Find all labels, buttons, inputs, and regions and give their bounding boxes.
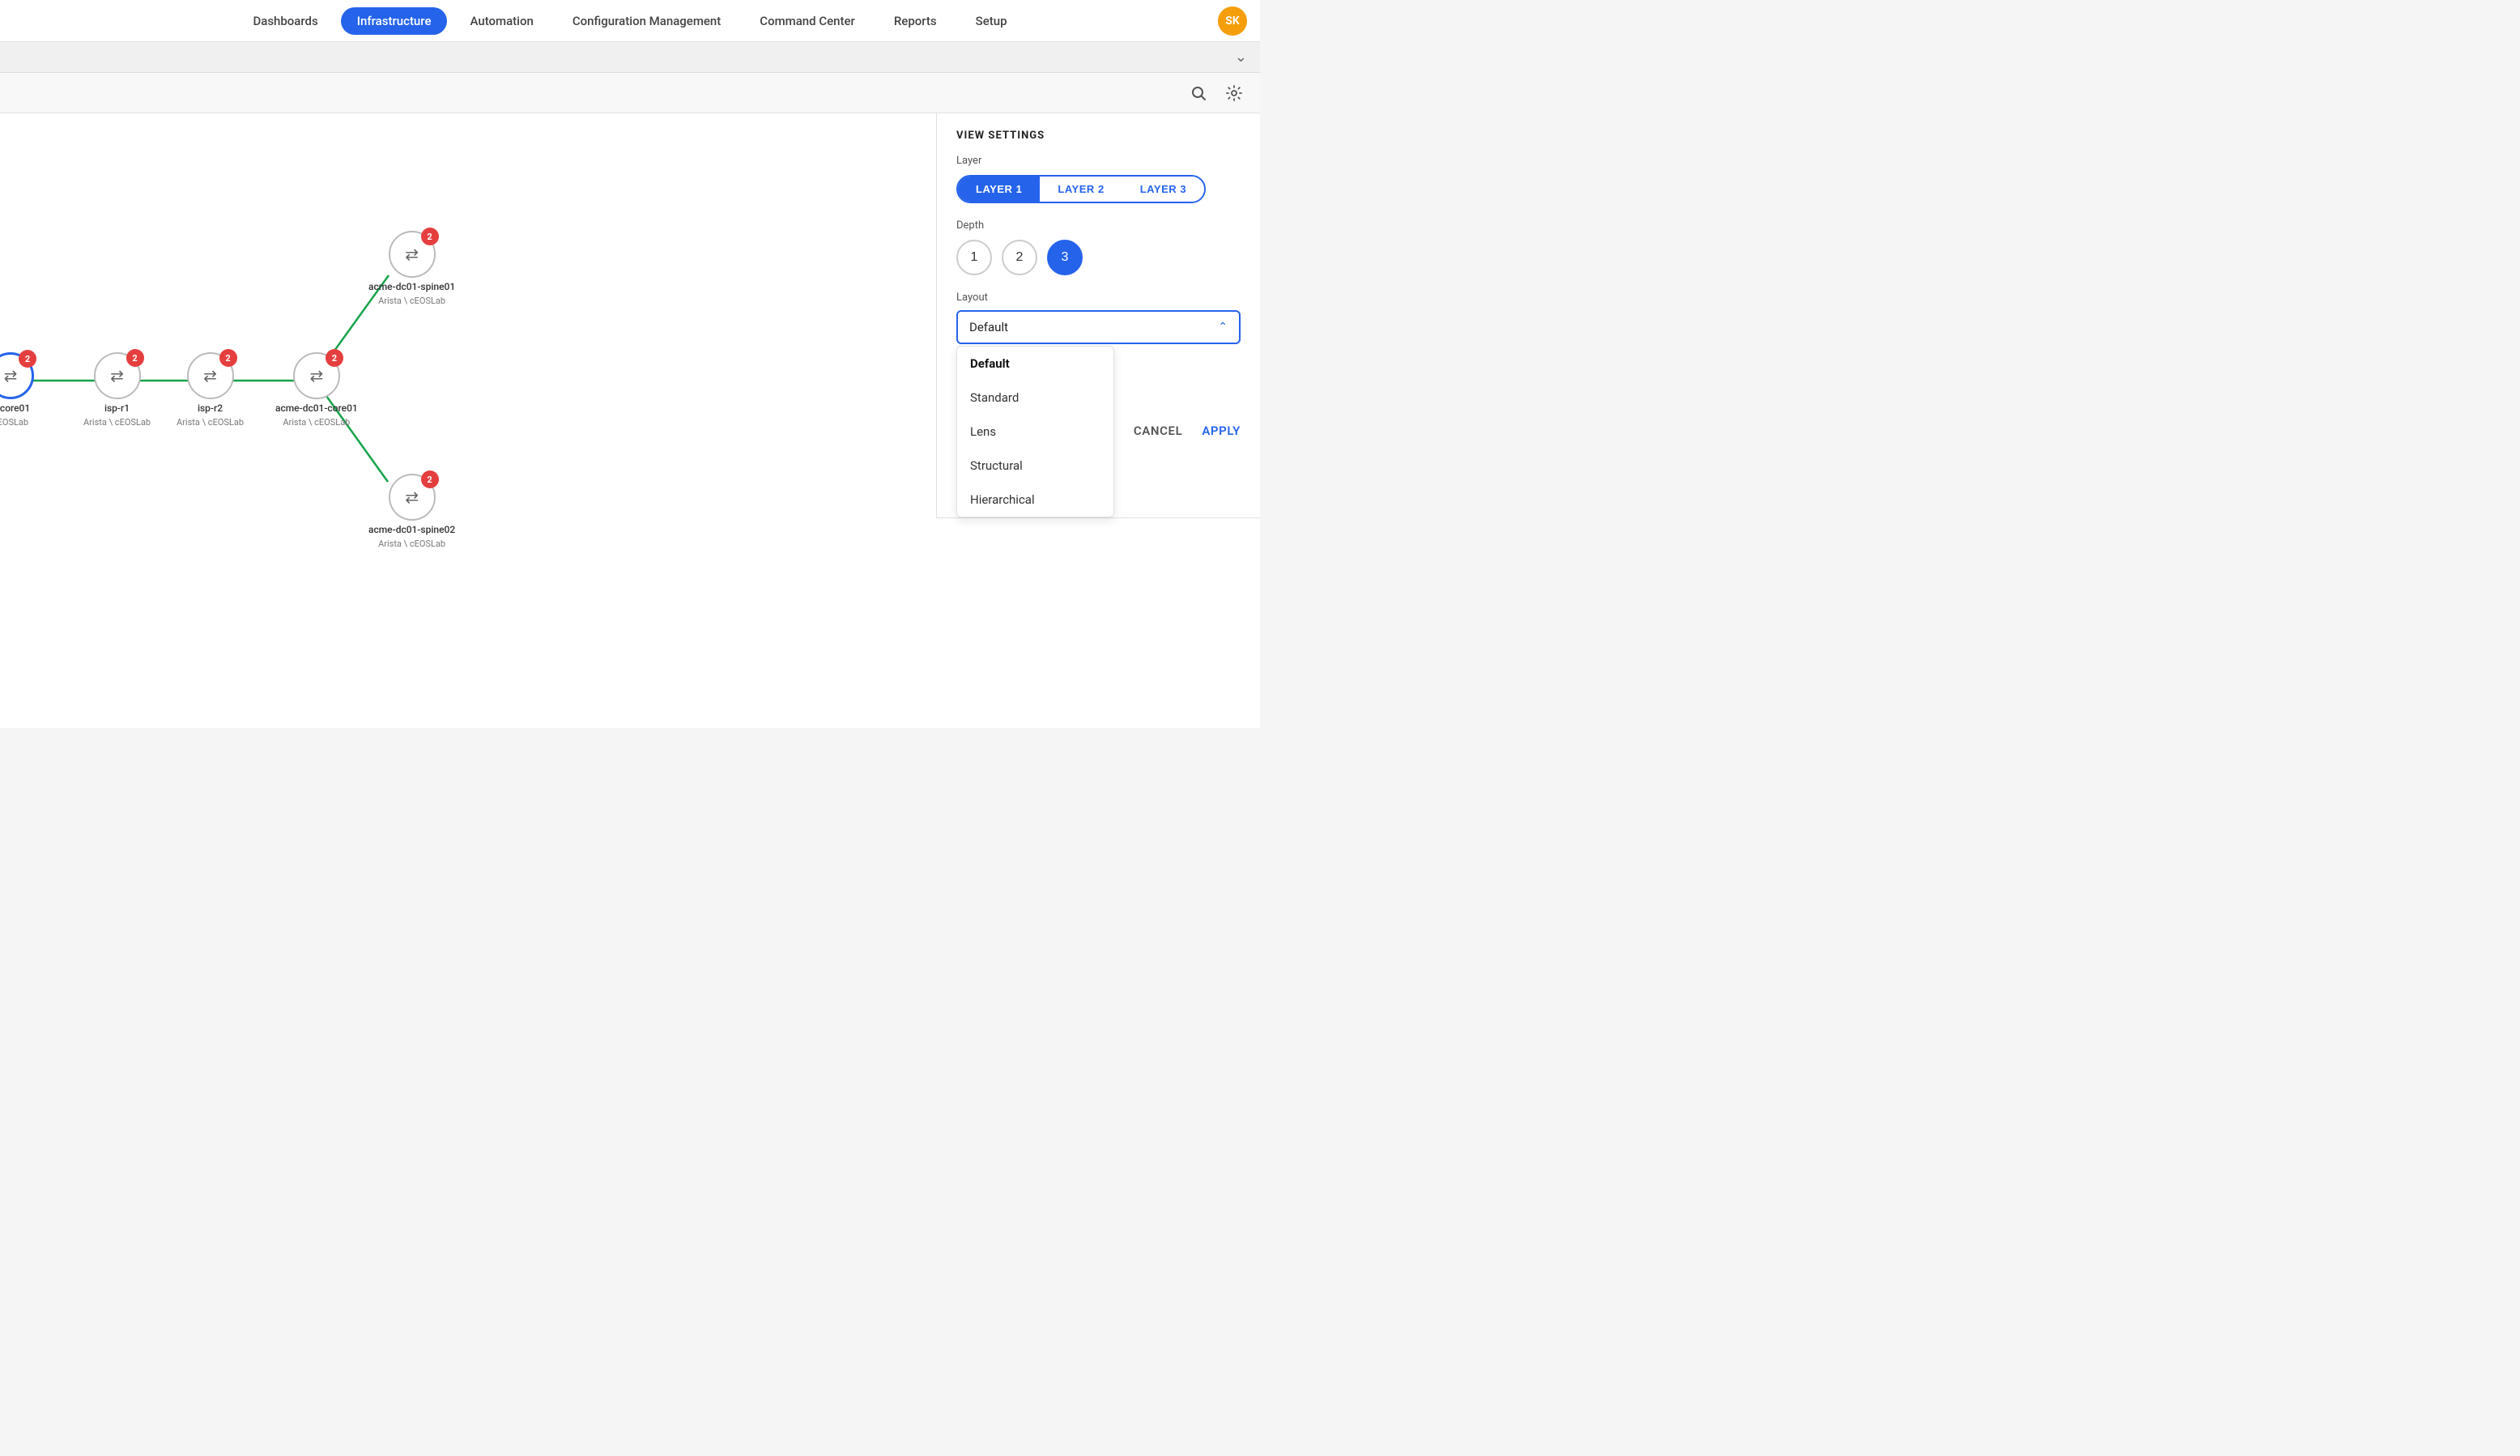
- node-circle-acme-dc01-spine02[interactable]: ⇄ 2: [389, 474, 436, 521]
- transfer-icon-core01: ⇄: [309, 366, 323, 385]
- depth-label: Depth: [956, 219, 1241, 232]
- nav-item-setup[interactable]: Setup: [960, 7, 1024, 35]
- toolbar: [0, 73, 1260, 113]
- subheader: ⌄: [0, 42, 1260, 73]
- transfer-icon: ⇄: [4, 366, 18, 385]
- nav-item-dashboards[interactable]: Dashboards: [236, 7, 334, 35]
- layout-option-standard[interactable]: Standard: [957, 381, 1113, 415]
- node-it-core01[interactable]: ⇄ 2 it-core01 cEOSLab: [0, 352, 34, 428]
- transfer-icon-spine02: ⇄: [405, 487, 419, 507]
- node-circle-isp-r1[interactable]: ⇄ 2: [94, 352, 141, 399]
- layer-label: Layer: [956, 155, 1241, 167]
- node-sublabel-isp-r2: Arista \ cEOSLab: [177, 417, 244, 428]
- panel-actions: CANCEL APPLY: [1114, 344, 1241, 517]
- panel-title: VIEW SETTINGS: [956, 130, 1241, 142]
- apply-button[interactable]: APPLY: [1202, 424, 1241, 438]
- depth-buttons: 1 2 3: [956, 240, 1241, 275]
- node-badge-isp-r1: 2: [126, 349, 144, 367]
- nav-item-automation[interactable]: Automation: [453, 7, 549, 35]
- nav-item-command-center[interactable]: Command Center: [743, 7, 871, 35]
- nav-item-reports[interactable]: Reports: [878, 7, 953, 35]
- depth-1-button[interactable]: 1: [956, 240, 992, 275]
- node-acme-dc01-spine01[interactable]: ⇄ 2 acme-dc01-spine01 Arista \ cEOSLab: [368, 231, 455, 306]
- depth-2-button[interactable]: 2: [1002, 240, 1037, 275]
- node-circle-isp-r2[interactable]: ⇄ 2: [187, 352, 234, 399]
- node-circle-acme-dc01-core01[interactable]: ⇄ 2: [293, 352, 340, 399]
- node-label-it-core01: it-core01: [0, 402, 30, 414]
- node-label-acme-dc01-spine01: acme-dc01-spine01: [368, 281, 455, 292]
- layout-option-structural[interactable]: Structural: [957, 449, 1113, 483]
- node-circle-acme-dc01-spine01[interactable]: ⇄ 2: [389, 231, 436, 278]
- node-sublabel-it-core01: cEOSLab: [0, 417, 28, 428]
- panel-bottom: Default Standard Lens Structural Hierarc…: [956, 344, 1241, 517]
- node-label-isp-r2: isp-r2: [198, 402, 223, 414]
- layout-option-hierarchical[interactable]: Hierarchical: [957, 483, 1113, 517]
- node-badge-acme-dc01-spine01: 2: [421, 228, 439, 245]
- nav-items: Dashboards Infrastructure Automation Con…: [236, 7, 1023, 35]
- search-icon[interactable]: [1186, 80, 1211, 106]
- transfer-icon-isp-r2: ⇄: [203, 366, 217, 385]
- node-label-acme-dc01-spine02: acme-dc01-spine02: [368, 524, 455, 535]
- node-isp-r2[interactable]: ⇄ 2 isp-r2 Arista \ cEOSLab: [177, 352, 244, 428]
- layout-dropdown-container: Default Standard Lens Structural Hierarc…: [956, 344, 1114, 517]
- collapse-chevron-icon[interactable]: ⌄: [1235, 49, 1247, 66]
- nav-item-infrastructure[interactable]: Infrastructure: [341, 7, 448, 35]
- layout-dropdown: Default Standard Lens Structural Hierarc…: [956, 346, 1114, 517]
- layout-selected-value: Default: [969, 320, 1008, 334]
- layer-toggle: LAYER 1 LAYER 2 LAYER 3: [956, 175, 1206, 203]
- node-circle-it-core01[interactable]: ⇄ 2: [0, 352, 34, 399]
- layer-3-button[interactable]: LAYER 3: [1122, 177, 1204, 202]
- layout-select-button[interactable]: Default ⌃: [956, 310, 1241, 344]
- node-label-acme-dc01-core01: acme-dc01-core01: [275, 402, 358, 414]
- transfer-icon-isp-r1: ⇄: [110, 366, 124, 385]
- main-content-area: ⇄ 2 it-core01 cEOSLab ⇄ 2 isp-r1 Arista …: [0, 113, 1260, 728]
- node-acme-dc01-core01[interactable]: ⇄ 2 acme-dc01-core01 Arista \ cEOSLab: [275, 352, 358, 428]
- layout-chevron-icon: ⌃: [1218, 321, 1228, 334]
- layout-label: Layout: [956, 292, 1241, 304]
- node-sublabel-isp-r1: Arista \ cEOSLab: [83, 417, 151, 428]
- settings-gear-icon[interactable]: [1221, 80, 1247, 106]
- view-settings-panel: VIEW SETTINGS Layer LAYER 1 LAYER 2 LAYE…: [936, 113, 1260, 518]
- user-avatar[interactable]: SK: [1218, 6, 1247, 36]
- depth-3-button[interactable]: 3: [1047, 240, 1083, 275]
- node-badge-it-core01: 2: [19, 350, 36, 368]
- node-sublabel-acme-dc01-spine02: Arista \ cEOSLab: [378, 539, 445, 549]
- layout-option-default[interactable]: Default: [957, 347, 1113, 381]
- layer-2-button[interactable]: LAYER 2: [1040, 177, 1122, 202]
- node-label-isp-r1: isp-r1: [104, 402, 130, 414]
- node-sublabel-acme-dc01-spine01: Arista \ cEOSLab: [378, 296, 445, 306]
- nav-item-configuration-management[interactable]: Configuration Management: [556, 7, 737, 35]
- node-acme-dc01-spine02[interactable]: ⇄ 2 acme-dc01-spine02 Arista \ cEOSLab: [368, 474, 455, 549]
- top-navigation: Dashboards Infrastructure Automation Con…: [0, 0, 1260, 42]
- layer-1-button[interactable]: LAYER 1: [958, 177, 1040, 202]
- transfer-icon-spine01: ⇄: [405, 245, 419, 264]
- node-badge-isp-r2: 2: [219, 349, 237, 367]
- node-isp-r1[interactable]: ⇄ 2 isp-r1 Arista \ cEOSLab: [83, 352, 151, 428]
- node-badge-acme-dc01-spine02: 2: [421, 470, 439, 488]
- cancel-button[interactable]: CANCEL: [1134, 424, 1182, 438]
- node-badge-acme-dc01-core01: 2: [326, 349, 343, 367]
- node-sublabel-acme-dc01-core01: Arista \ cEOSLab: [283, 417, 350, 428]
- layout-option-lens[interactable]: Lens: [957, 415, 1113, 449]
